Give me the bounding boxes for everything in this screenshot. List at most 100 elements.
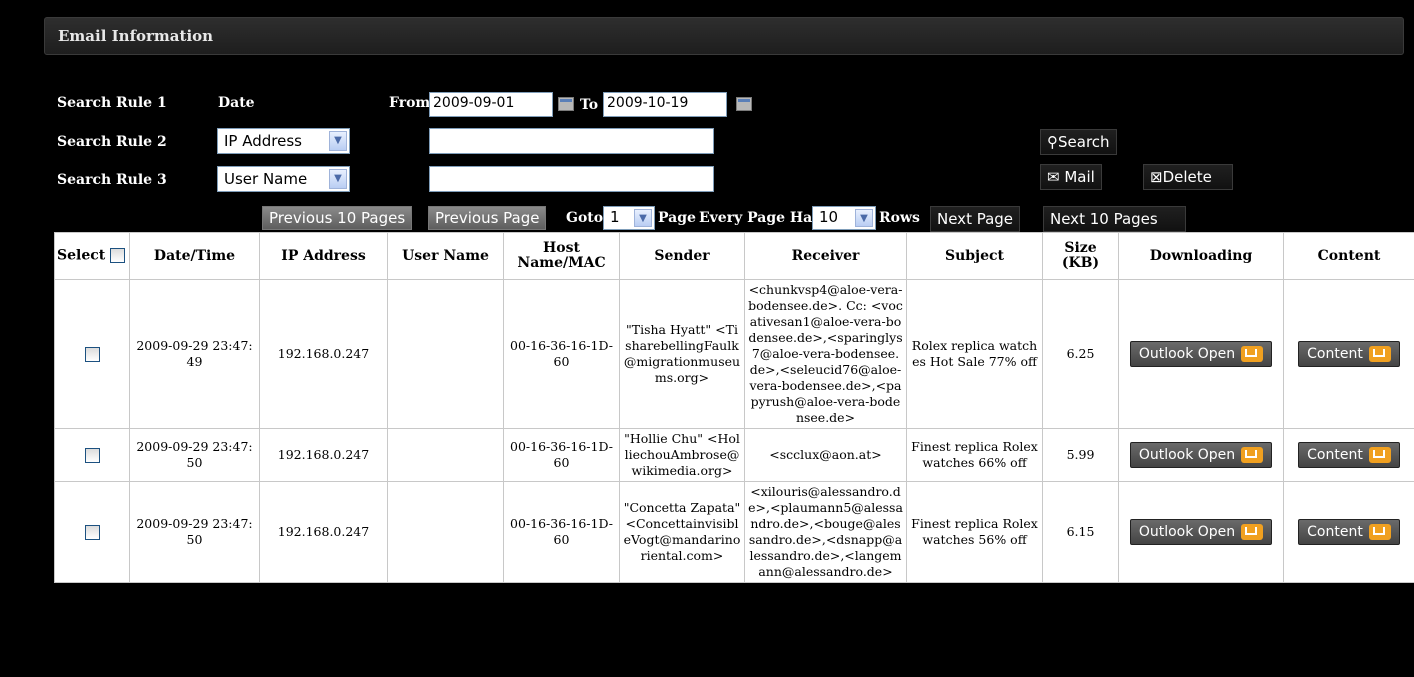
- search-rule-2-label: Search Rule 2: [57, 134, 167, 150]
- cell-ip-address: 192.168.0.247: [259, 481, 388, 583]
- envelope-icon: [1368, 346, 1391, 362]
- cell-content: Content: [1283, 428, 1414, 482]
- col-select-label: Select: [57, 247, 106, 264]
- outlook-open-label: Outlook Open: [1138, 346, 1236, 362]
- delete-button[interactable]: ⊠Delete: [1143, 164, 1233, 190]
- cell-sender: "Concetta Zapata" <ConcettainvisibleVogt…: [619, 481, 745, 583]
- next-10-pages-button[interactable]: Next 10 Pages: [1043, 206, 1186, 232]
- mail-button-label: Mail: [1064, 168, 1095, 186]
- cell-user-name: [387, 279, 504, 429]
- goto-page-select[interactable]: 1 ▼: [603, 206, 655, 230]
- row-checkbox[interactable]: [84, 448, 100, 463]
- content-button[interactable]: Content: [1298, 341, 1400, 367]
- mail-button[interactable]: ✉ Mail: [1040, 164, 1102, 190]
- cell-user-name: [387, 428, 504, 482]
- col-size: Size (KB): [1042, 232, 1119, 280]
- chevron-down-icon: ▼: [329, 169, 347, 189]
- row-checkbox[interactable]: [84, 347, 100, 362]
- search-button-label: Search: [1058, 133, 1110, 151]
- col-ip-address: IP Address: [259, 232, 388, 280]
- outlook-open-button[interactable]: Outlook Open: [1129, 341, 1273, 367]
- goto-label: Goto: [566, 210, 604, 226]
- row-select-cell: [54, 428, 130, 482]
- delete-button-label: Delete: [1162, 168, 1212, 186]
- to-date-input[interactable]: 2009-10-19: [603, 92, 727, 117]
- table-row: 2009-09-29 23:47:49 192.168.0.247 00-16-36…: [54, 279, 1414, 429]
- cell-host-name-mac: 00-16-36-16-1D-60: [503, 279, 620, 429]
- outlook-icon: [1241, 447, 1264, 463]
- cell-receiver: <scclux@aon.at>: [744, 428, 907, 482]
- search-icon: ⚲: [1047, 133, 1058, 151]
- outlook-open-button[interactable]: Outlook Open: [1129, 442, 1273, 468]
- rule-3-field-select[interactable]: User Name ▼: [217, 166, 350, 192]
- next-page-button[interactable]: Next Page: [930, 206, 1021, 232]
- rows-per-page-value: 10: [819, 208, 839, 226]
- cell-subject: Rolex replica watches Hot Sale 77% off: [906, 279, 1043, 429]
- email-table: Select Date/Time IP Address User Name Ho…: [54, 232, 1414, 583]
- table-row: 2009-09-29 23:47:50 192.168.0.247 00-16-36…: [54, 481, 1414, 583]
- cell-host-name-mac: 00-16-36-16-1D-60: [503, 481, 620, 583]
- page-label: Page: [658, 210, 696, 226]
- rule-3-value-input[interactable]: [429, 166, 714, 192]
- cell-subject: Finest replica Rolex watches 56% off: [906, 481, 1043, 583]
- content-label: Content: [1307, 524, 1363, 540]
- calendar-icon[interactable]: [558, 97, 574, 111]
- rule-2-field-select[interactable]: IP Address ▼: [217, 128, 350, 154]
- cell-content: Content: [1283, 481, 1414, 583]
- row-select-cell: [54, 279, 130, 429]
- cell-receiver: <chunkvsp4@aloe-vera-bodensee.de>. Cc: <…: [744, 279, 907, 429]
- cell-ip-address: 192.168.0.247: [259, 428, 388, 482]
- cell-host-name-mac: 00-16-36-16-1D-60: [503, 428, 620, 482]
- col-sender: Sender: [619, 232, 745, 280]
- cell-size: 5.99: [1042, 428, 1119, 482]
- cell-user-name: [387, 481, 504, 583]
- search-rule-3-label: Search Rule 3: [57, 172, 167, 188]
- outlook-open-label: Outlook Open: [1138, 524, 1236, 540]
- previous-10-pages-button[interactable]: Previous 10 Pages: [262, 206, 413, 230]
- rows-per-page-select[interactable]: 10 ▼: [812, 206, 876, 230]
- cell-downloading: Outlook Open: [1118, 428, 1284, 482]
- goto-page-value: 1: [610, 208, 620, 226]
- col-user-name: User Name: [387, 232, 504, 280]
- table-header-row: Select Date/Time IP Address User Name Ho…: [54, 232, 1414, 280]
- cell-receiver: <xilouris@alessandro.de>,<plaumann5@ales…: [744, 481, 907, 583]
- row-checkbox[interactable]: [84, 525, 100, 540]
- cell-sender: "Hollie Chu" <HolliechouAmbrose@wikimedi…: [619, 428, 745, 482]
- chevron-down-icon: ▼: [329, 131, 347, 151]
- panel-title: Email Information: [58, 27, 214, 45]
- chevron-down-icon: ▼: [634, 209, 652, 227]
- date-field-label: Date: [218, 95, 255, 111]
- cell-content: Content: [1283, 279, 1414, 429]
- panel-header: Email Information: [44, 17, 1404, 55]
- search-button[interactable]: ⚲Search: [1040, 129, 1117, 155]
- col-content: Content: [1283, 232, 1414, 280]
- col-datetime: Date/Time: [129, 232, 260, 280]
- content-button[interactable]: Content: [1298, 519, 1400, 545]
- cell-subject: Finest replica Rolex watches 66% off: [906, 428, 1043, 482]
- rows-label: Rows: [879, 210, 920, 226]
- rule-2-value-input[interactable]: [429, 128, 714, 154]
- envelope-icon: [1368, 447, 1391, 463]
- from-label: From: [389, 95, 431, 111]
- every-page-has-label: Every Page Has: [699, 210, 821, 226]
- previous-page-button[interactable]: Previous Page: [428, 206, 547, 230]
- col-subject: Subject: [906, 232, 1043, 280]
- from-date-input[interactable]: 2009-09-01: [429, 92, 553, 117]
- cell-datetime: 2009-09-29 23:47:50: [129, 428, 260, 482]
- search-rule-1-label: Search Rule 1: [57, 95, 167, 111]
- calendar-icon[interactable]: [736, 97, 752, 111]
- select-all-checkbox[interactable]: [110, 248, 126, 264]
- envelope-icon: [1368, 524, 1391, 540]
- col-downloading: Downloading: [1118, 232, 1284, 280]
- cell-datetime: 2009-09-29 23:47:49: [129, 279, 260, 429]
- outlook-icon: [1241, 346, 1264, 362]
- chevron-down-icon: ▼: [855, 209, 873, 227]
- delete-icon: ⊠: [1150, 168, 1163, 186]
- cell-size: 6.15: [1042, 481, 1119, 583]
- table-row: 2009-09-29 23:47:50 192.168.0.247 00-16-36…: [54, 428, 1414, 482]
- outlook-open-button[interactable]: Outlook Open: [1129, 519, 1273, 545]
- rule-3-select-value: User Name: [224, 170, 308, 188]
- cell-datetime: 2009-09-29 23:47:50: [129, 481, 260, 583]
- content-button[interactable]: Content: [1298, 442, 1400, 468]
- rule-2-select-value: IP Address: [224, 132, 302, 150]
